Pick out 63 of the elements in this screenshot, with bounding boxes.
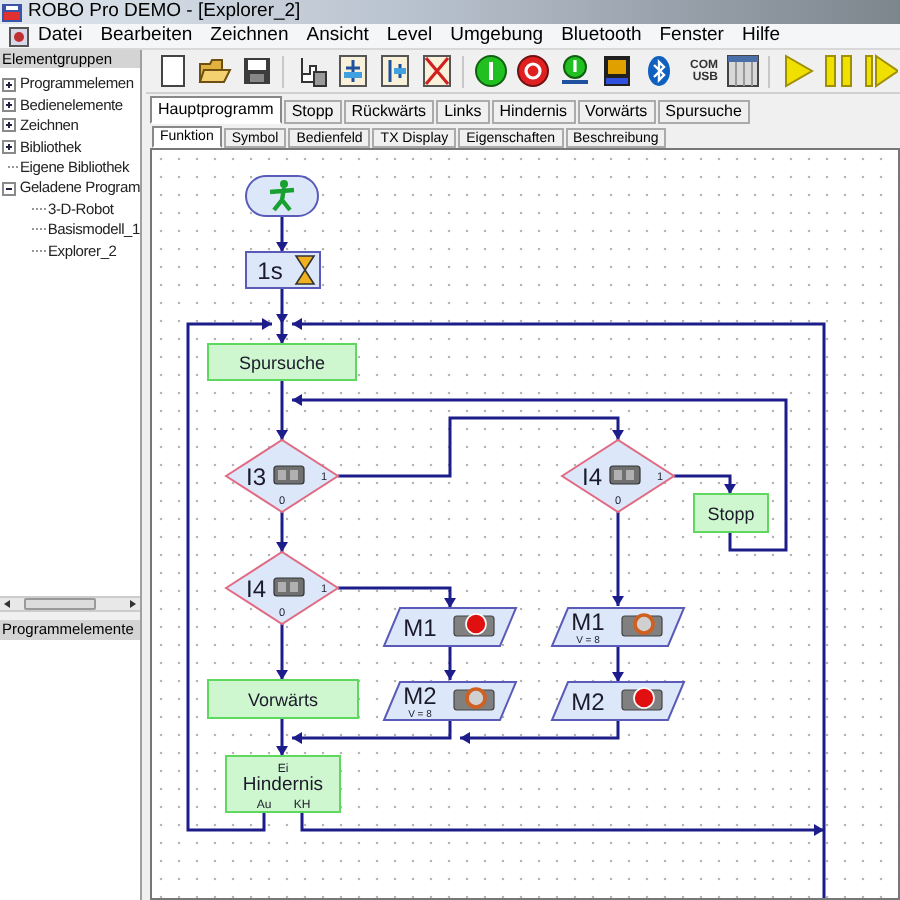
sensor-icon — [609, 465, 641, 485]
hourglass-icon — [294, 255, 316, 285]
play-icon[interactable] — [779, 54, 813, 88]
menu-item[interactable]: Datei — [38, 26, 83, 46]
expand-toggle[interactable] — [2, 181, 16, 196]
connector — [276, 718, 288, 756]
download-start-icon[interactable] — [557, 54, 591, 88]
controller-icon[interactable] — [599, 54, 633, 88]
start-block — [245, 175, 319, 217]
menu-item[interactable]: Ansicht — [306, 26, 369, 46]
flow-block-icon[interactable] — [335, 54, 369, 88]
horizontal-scrollbar[interactable] — [0, 596, 140, 612]
stop-icon[interactable] — [515, 54, 549, 88]
menu-item[interactable]: Umgebung — [450, 26, 544, 46]
block-label: I4 — [246, 575, 266, 603]
block-label: Hindernis — [242, 774, 324, 796]
block-label: M1 — [403, 614, 437, 642]
menu-item[interactable]: Zeichnen — [210, 26, 289, 46]
block-label: I4 — [582, 463, 602, 491]
block-label: M2 — [403, 682, 437, 710]
block-label: Spursuche — [238, 353, 326, 373]
pause-icon[interactable] — [821, 54, 855, 88]
open-folder-icon[interactable] — [197, 54, 231, 88]
tab[interactable]: Vorwärts — [577, 100, 656, 124]
save-icon[interactable] — [239, 54, 273, 88]
menu-item[interactable]: Fenster — [659, 26, 724, 46]
connector — [276, 512, 288, 552]
tab[interactable]: Hauptprogramm — [150, 96, 282, 124]
menu-app-icon[interactable] — [8, 25, 30, 47]
expand-toggle[interactable] — [2, 77, 16, 92]
sensor-icon — [273, 577, 305, 597]
subprogram-block — [693, 493, 769, 533]
block-label: 1s — [257, 257, 283, 285]
tab[interactable]: Hindernis — [491, 100, 576, 124]
menu-item[interactable]: Bearbeiten — [100, 26, 193, 46]
block-label: Vorwärts — [248, 690, 318, 710]
flow-copy-icon[interactable] — [377, 54, 411, 88]
delete-block-icon[interactable] — [419, 54, 453, 88]
window-icon[interactable] — [725, 54, 759, 88]
tab[interactable]: Rückwärts — [343, 100, 435, 124]
menu-item[interactable]: Level — [386, 26, 433, 46]
subprogram-block — [225, 755, 341, 813]
block-label: M2 — [571, 688, 605, 716]
expand-toggle[interactable] — [2, 118, 16, 133]
tab[interactable]: Spursuche — [657, 100, 750, 124]
menu-item[interactable]: Hilfe — [741, 26, 780, 46]
walking-figure-icon — [267, 180, 297, 213]
connector — [276, 380, 288, 440]
menu-item[interactable]: Bluetooth — [561, 26, 642, 46]
connector — [276, 216, 288, 252]
connector — [276, 624, 288, 680]
sensor-icon — [273, 465, 305, 485]
expand-toggle[interactable] — [2, 139, 16, 154]
step-icon[interactable] — [863, 54, 897, 88]
new-document-icon[interactable] — [155, 54, 189, 88]
tab[interactable]: Stopp — [283, 100, 342, 124]
tab[interactable]: Links — [436, 100, 490, 124]
block-label: I3 — [246, 463, 266, 491]
start-icon[interactable] — [473, 54, 507, 88]
block-label: M1 — [571, 608, 605, 636]
block-label: Stopp — [707, 504, 755, 524]
window-title: ROBO Pro DEMO - [Explorer_2] — [28, 2, 301, 22]
expand-toggle[interactable] — [2, 98, 16, 113]
